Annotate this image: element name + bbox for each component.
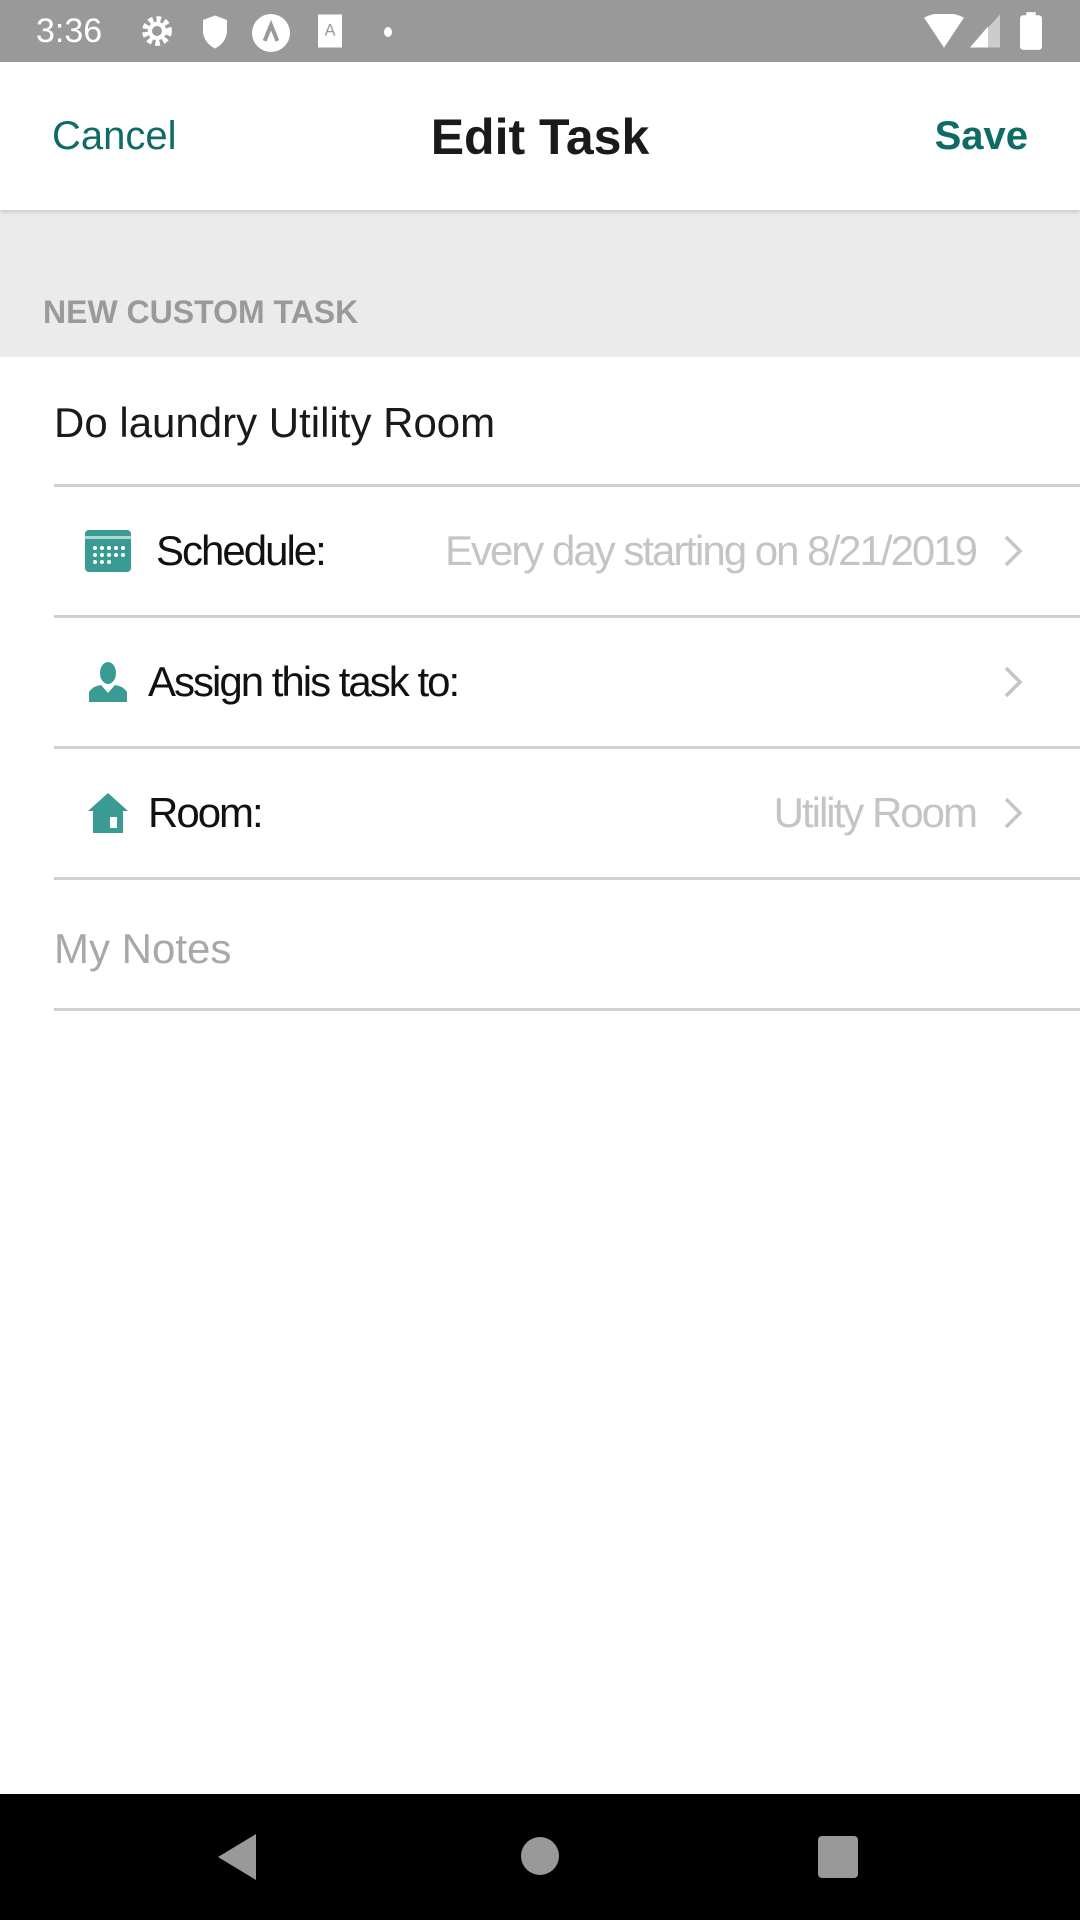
chevron-right-icon: [1004, 797, 1023, 829]
chevron-right-icon: [1004, 666, 1023, 698]
recents-icon: [818, 1836, 858, 1878]
notes-input[interactable]: My Notes: [54, 879, 1080, 1011]
back-icon: [218, 1834, 256, 1880]
person-icon: [89, 662, 127, 702]
a-box-icon: A: [318, 14, 342, 48]
room-label: Room:: [148, 789, 264, 836]
save-button[interactable]: Save: [935, 114, 1028, 159]
svg-text:A: A: [324, 22, 335, 40]
schedule-row[interactable]: Schedule: Every day starting on 8/21/201…: [54, 487, 1080, 618]
back-button[interactable]: [218, 1834, 258, 1885]
dot-icon: [384, 27, 392, 37]
room-value: Utility Room: [773, 789, 978, 836]
gear-icon: [142, 16, 172, 46]
section-label: NEW CUSTOM TASK: [43, 294, 359, 330]
a-circle-icon: [252, 14, 290, 52]
home-button[interactable]: [520, 1836, 560, 1881]
calendar-icon: [85, 530, 131, 572]
navigation-bar: [0, 1794, 1080, 1920]
top-bar: Cancel Edit Task Save: [0, 62, 1080, 210]
wifi-icon: [924, 14, 964, 48]
room-row[interactable]: Room: Utility Room: [54, 749, 1080, 880]
task-name-input[interactable]: Do laundry Utility Room: [54, 357, 1080, 487]
page-title: Edit Task: [430, 109, 650, 165]
section-header: NEW CUSTOM TASK: [0, 210, 1080, 357]
home-icon: [521, 1837, 559, 1875]
signal-icon: [970, 14, 1000, 48]
shield-icon: [203, 15, 227, 49]
battery-icon: [1020, 12, 1042, 50]
status-time: 3:36: [36, 12, 103, 50]
status-bar: 3:36 A: [0, 0, 1080, 62]
assign-label: Assign this task to:: [148, 658, 460, 705]
recents-button[interactable]: [818, 1836, 858, 1883]
house-icon: [88, 793, 128, 833]
schedule-label: Schedule:: [156, 527, 327, 574]
assign-row[interactable]: Assign this task to:: [54, 618, 1080, 749]
schedule-value: Every day starting on 8/21/2019: [444, 527, 978, 574]
chevron-right-icon: [1004, 535, 1023, 567]
